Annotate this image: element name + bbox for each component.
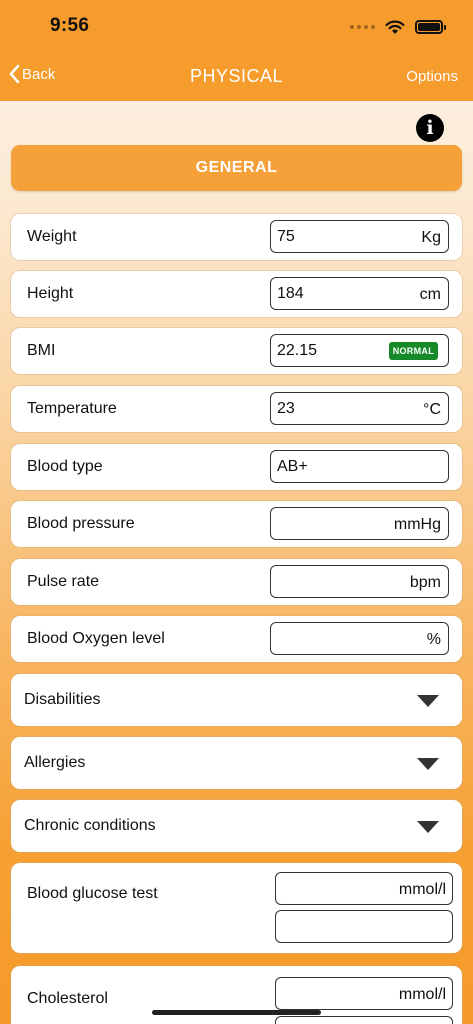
weight-field[interactable]: 75 Kg xyxy=(270,220,449,253)
pulse-rate-label: Pulse rate xyxy=(27,573,100,590)
weight-unit: Kg xyxy=(421,229,441,246)
navigation-bar: Back PHYSICAL Options xyxy=(0,54,473,101)
blood-oxygen-field[interactable]: % xyxy=(270,622,449,655)
temperature-value: 23 xyxy=(277,400,295,417)
bmi-row: BMI 22.15 NORMAL xyxy=(11,328,462,374)
temperature-unit: °C xyxy=(423,401,441,418)
disabilities-dropdown[interactable]: Disabilities xyxy=(11,674,462,726)
status-time: 9:56 xyxy=(50,15,90,36)
status-icons xyxy=(350,17,446,37)
chronic-conditions-dropdown[interactable]: Chronic conditions xyxy=(11,800,462,852)
cholesterol-label: Cholesterol xyxy=(27,990,108,1007)
allergies-dropdown[interactable]: Allergies xyxy=(11,737,462,789)
blood-pressure-row: Blood pressure mmHg xyxy=(11,501,462,547)
general-section-button[interactable]: GENERAL xyxy=(11,145,462,191)
blood-pressure-unit: mmHg xyxy=(393,516,441,533)
bmi-label: BMI xyxy=(27,342,56,359)
chronic-conditions-label: Chronic conditions xyxy=(24,817,156,834)
height-row: Height 184 cm xyxy=(11,271,462,317)
weight-value: 75 xyxy=(277,228,295,245)
temperature-field[interactable]: 23 °C xyxy=(270,392,449,425)
blood-glucose-secondary-field[interactable] xyxy=(275,910,453,943)
info-icon[interactable]: i xyxy=(416,114,444,142)
blood-oxygen-unit: % xyxy=(426,631,441,648)
blood-oxygen-label: Blood Oxygen level xyxy=(27,630,165,647)
blood-glucose-field[interactable]: mmol/l xyxy=(275,872,453,905)
height-label: Height xyxy=(27,285,74,302)
header-bar: 9:56 Back PHYSICAL Options xyxy=(0,0,473,101)
allergies-label: Allergies xyxy=(24,754,86,771)
blood-oxygen-row: Blood Oxygen level % xyxy=(11,616,462,662)
battery-icon xyxy=(415,20,446,34)
pulse-rate-field[interactable]: bpm xyxy=(270,565,449,598)
blood-type-field[interactable]: AB+ xyxy=(270,450,449,483)
blood-glucose-label: Blood glucose test xyxy=(27,885,158,902)
height-value: 184 xyxy=(277,285,304,302)
blood-type-label: Blood type xyxy=(27,458,103,475)
caret-down-icon xyxy=(417,821,439,833)
bmi-field[interactable]: 22.15 NORMAL xyxy=(270,334,449,367)
cholesterol-row: Cholesterol mmol/l xyxy=(11,966,462,1024)
blood-pressure-label: Blood pressure xyxy=(27,515,135,532)
temperature-label: Temperature xyxy=(27,400,117,417)
pulse-rate-row: Pulse rate bpm xyxy=(11,559,462,605)
height-field[interactable]: 184 cm xyxy=(270,277,449,310)
bmi-value: 22.15 xyxy=(277,342,318,359)
blood-type-row: Blood type AB+ xyxy=(11,444,462,490)
blood-type-value: AB+ xyxy=(277,458,308,475)
cholesterol-secondary-field[interactable] xyxy=(275,1016,453,1024)
status-bar: 9:56 xyxy=(0,0,473,54)
caret-down-icon xyxy=(417,695,439,707)
weight-label: Weight xyxy=(27,228,77,245)
pulse-rate-unit: bpm xyxy=(409,574,441,591)
blood-glucose-unit: mmol/l xyxy=(398,881,446,898)
cellular-signal-icon xyxy=(350,25,375,29)
weight-row: Weight 75 Kg xyxy=(11,214,462,260)
caret-down-icon xyxy=(417,758,439,770)
wifi-icon xyxy=(385,20,405,34)
bmi-status-badge: NORMAL xyxy=(388,342,438,360)
blood-pressure-field[interactable]: mmHg xyxy=(270,507,449,540)
blood-glucose-row: Blood glucose test mmol/l xyxy=(11,863,462,953)
temperature-row: Temperature 23 °C xyxy=(11,386,462,432)
home-indicator[interactable] xyxy=(152,1010,321,1015)
page-title: PHYSICAL xyxy=(189,66,284,86)
cholesterol-field[interactable]: mmol/l xyxy=(275,977,453,1010)
options-button[interactable]: Options xyxy=(406,68,458,85)
cholesterol-unit: mmol/l xyxy=(398,986,446,1003)
disabilities-label: Disabilities xyxy=(24,691,101,708)
height-unit: cm xyxy=(419,286,441,303)
